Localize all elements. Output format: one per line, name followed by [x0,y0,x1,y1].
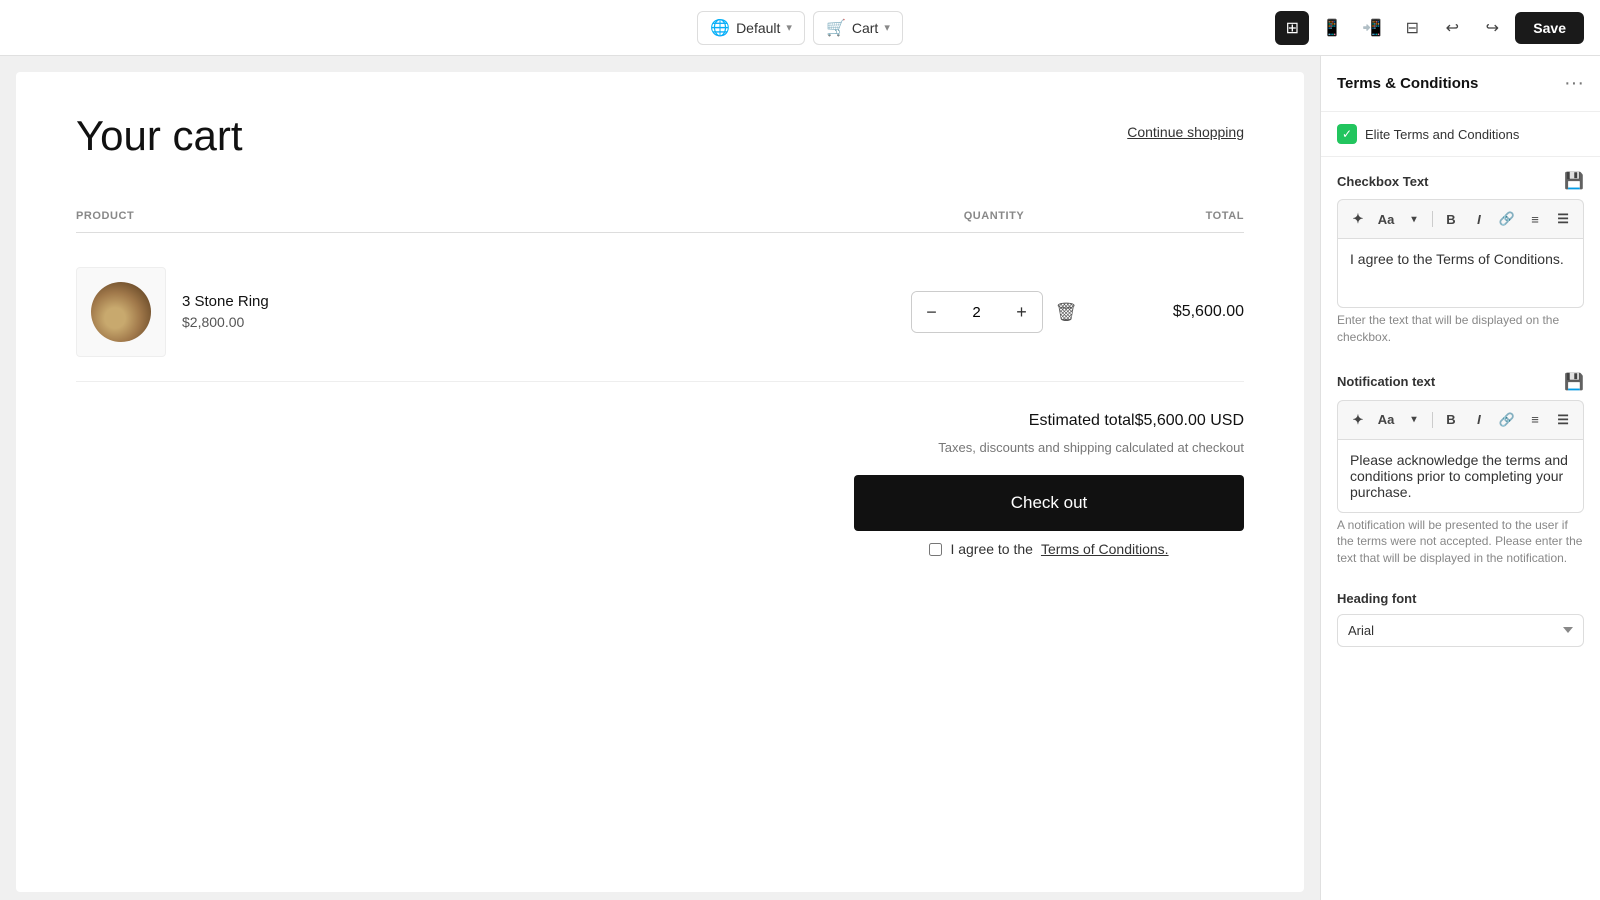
cart-dropdown[interactable]: 🛒 Cart ▾ [813,11,903,45]
right-panel: Terms & Conditions ··· ✓ Elite Terms and… [1320,56,1600,900]
chevron-down-icon: ▾ [786,21,792,34]
save-button[interactable]: Save [1515,12,1584,44]
mobile-view-btn[interactable]: 📲 [1355,11,1389,45]
checkbox-text-content: I agree to the Terms of Conditions. [1350,251,1564,267]
product-image [76,267,166,357]
table-header: PRODUCT QUANTITY TOTAL [76,210,1244,233]
col-product-header: PRODUCT [76,210,894,222]
list-ordered-btn-2[interactable]: ☰ [1551,407,1575,433]
top-bar: 🌐 Default ▾ 🛒 Cart ▾ ⊞ 📱 📲 ⊟ ↩ ↪ Save [0,0,1600,56]
panel-header: Terms & Conditions ··· [1321,56,1600,112]
italic-btn-2[interactable]: I [1467,407,1491,433]
elite-check-icon: ✓ [1337,124,1357,144]
default-label: Default [736,20,780,36]
notification-text-label: Notification text [1337,374,1435,389]
cart-icon: 🛒 [826,18,846,38]
checkout-button[interactable]: Check out [854,475,1244,531]
notification-text-section-title: Notification text 💾 [1321,358,1600,400]
notification-text-content: Please acknowledge the terms and conditi… [1350,452,1568,500]
cart-summary: Estimated total$5,600.00 USD Taxes, disc… [76,412,1244,557]
cart-header-row: Your cart Continue shopping [76,112,1244,180]
cart-label: Cart [852,20,878,36]
checkbox-text-label: Checkbox Text [1337,174,1429,189]
list-ordered-btn[interactable]: ☰ [1551,206,1575,232]
heading-font-label: Heading font [1337,591,1584,606]
tablet-view-btn[interactable]: 📱 [1315,11,1349,45]
magic-btn-2[interactable]: ✦ [1346,407,1370,433]
terms-prefix: I agree to the [950,541,1033,557]
product-details: 3 Stone Ring $2,800.00 [182,293,269,332]
magic-btn[interactable]: ✦ [1346,206,1370,232]
list-btn[interactable]: ≡ [1523,206,1547,232]
list-btn-2[interactable]: ≡ [1523,407,1547,433]
product-image-placeholder [91,282,151,342]
more-options-btn[interactable]: ··· [1564,72,1584,95]
product-name: 3 Stone Ring [182,293,269,310]
desktop-view-btn[interactable]: ⊞ [1275,11,1309,45]
estimated-total: Estimated total$5,600.00 USD [1029,412,1244,430]
notification-text-hint: A notification will be presented to the … [1321,517,1600,579]
elite-label: Elite Terms and Conditions [1365,127,1519,142]
quantity-increase-btn[interactable]: + [1002,292,1042,332]
save-section-icon: 💾 [1564,171,1584,191]
checkbox-text-toolbar: ✦ Aa ▾ B I 🔗 ≡ ☰ [1337,199,1584,238]
terms-checkbox-row: I agree to the Terms of Conditions. [854,541,1244,557]
font-btn-2[interactable]: Aa [1374,407,1398,433]
continue-shopping-link[interactable]: Continue shopping [1127,112,1244,140]
heading-font-select[interactable]: Arial Georgia Helvetica Times New Roman … [1337,614,1584,647]
bold-btn[interactable]: B [1439,206,1463,232]
estimated-total-value: $5,600.00 USD [1135,412,1244,429]
cart-title: Your cart [76,112,243,160]
bold-btn-2[interactable]: B [1439,407,1463,433]
panel-elite-row: ✓ Elite Terms and Conditions [1321,112,1600,157]
save-notification-icon: 💾 [1564,372,1584,392]
heading-font-section: Heading font Arial Georgia Helvetica Tim… [1321,579,1600,659]
checkbox-text-section-title: Checkbox Text 💾 [1321,157,1600,199]
checkbox-text-editor[interactable]: I agree to the Terms of Conditions. [1337,238,1584,308]
tax-note: Taxes, discounts and shipping calculated… [938,440,1244,455]
globe-icon: 🌐 [710,18,730,38]
product-row: 3 Stone Ring $2,800.00 − 2 + 🗑 $5,600.00 [76,243,1244,382]
panel-title: Terms & Conditions [1337,75,1478,92]
top-bar-right: ⊞ 📱 📲 ⊟ ↩ ↪ Save [1275,11,1584,45]
checkbox-text-toolbar-wrapper: ✦ Aa ▾ B I 🔗 ≡ ☰ [1337,199,1584,238]
terms-link[interactable]: Terms of Conditions. [1041,541,1169,557]
quantity-value: 2 [952,304,1002,321]
product-price: $2,800.00 [182,314,244,330]
separator-2 [1432,412,1433,428]
link-btn-2[interactable]: 🔗 [1495,407,1519,433]
notification-text-editor[interactable]: Please acknowledge the terms and conditi… [1337,439,1584,513]
font-chevron-2[interactable]: ▾ [1402,407,1426,433]
separator-1 [1432,211,1433,227]
canvas-inner: Your cart Continue shopping PRODUCT QUAN… [16,72,1304,892]
product-total: $5,600.00 [1094,303,1244,321]
checkbox-text-hint: Enter the text that will be displayed on… [1321,312,1600,358]
redo-btn[interactable]: ↪ [1475,11,1509,45]
italic-btn[interactable]: I [1467,206,1491,232]
quantity-control: − 2 + 🗑 [894,291,1094,333]
top-bar-center: 🌐 Default ▾ 🛒 Cart ▾ [697,11,903,45]
quantity-decrease-btn[interactable]: − [912,292,952,332]
default-dropdown[interactable]: 🌐 Default ▾ [697,11,805,45]
notification-text-toolbar: ✦ Aa ▾ B I 🔗 ≡ ☰ [1337,400,1584,439]
col-total-header: TOTAL [1094,210,1244,222]
canvas: Your cart Continue shopping PRODUCT QUAN… [0,56,1320,900]
link-btn[interactable]: 🔗 [1495,206,1519,232]
chevron-down-icon-2: ▾ [884,21,890,34]
font-btn[interactable]: Aa [1374,206,1398,232]
notification-text-toolbar-wrapper: ✦ Aa ▾ B I 🔗 ≡ ☰ [1337,400,1584,439]
delete-product-btn[interactable]: 🗑 [1055,302,1078,323]
undo-btn[interactable]: ↩ [1435,11,1469,45]
terms-checkbox[interactable] [929,543,942,556]
layout-view-btn[interactable]: ⊟ [1395,11,1429,45]
quantity-stepper[interactable]: − 2 + [911,291,1043,333]
main-layout: Your cart Continue shopping PRODUCT QUAN… [0,56,1600,900]
estimated-total-label: Estimated total [1029,412,1135,429]
font-chevron[interactable]: ▾ [1402,206,1426,232]
product-info: 3 Stone Ring $2,800.00 [76,267,894,357]
col-quantity-header: QUANTITY [894,210,1094,222]
